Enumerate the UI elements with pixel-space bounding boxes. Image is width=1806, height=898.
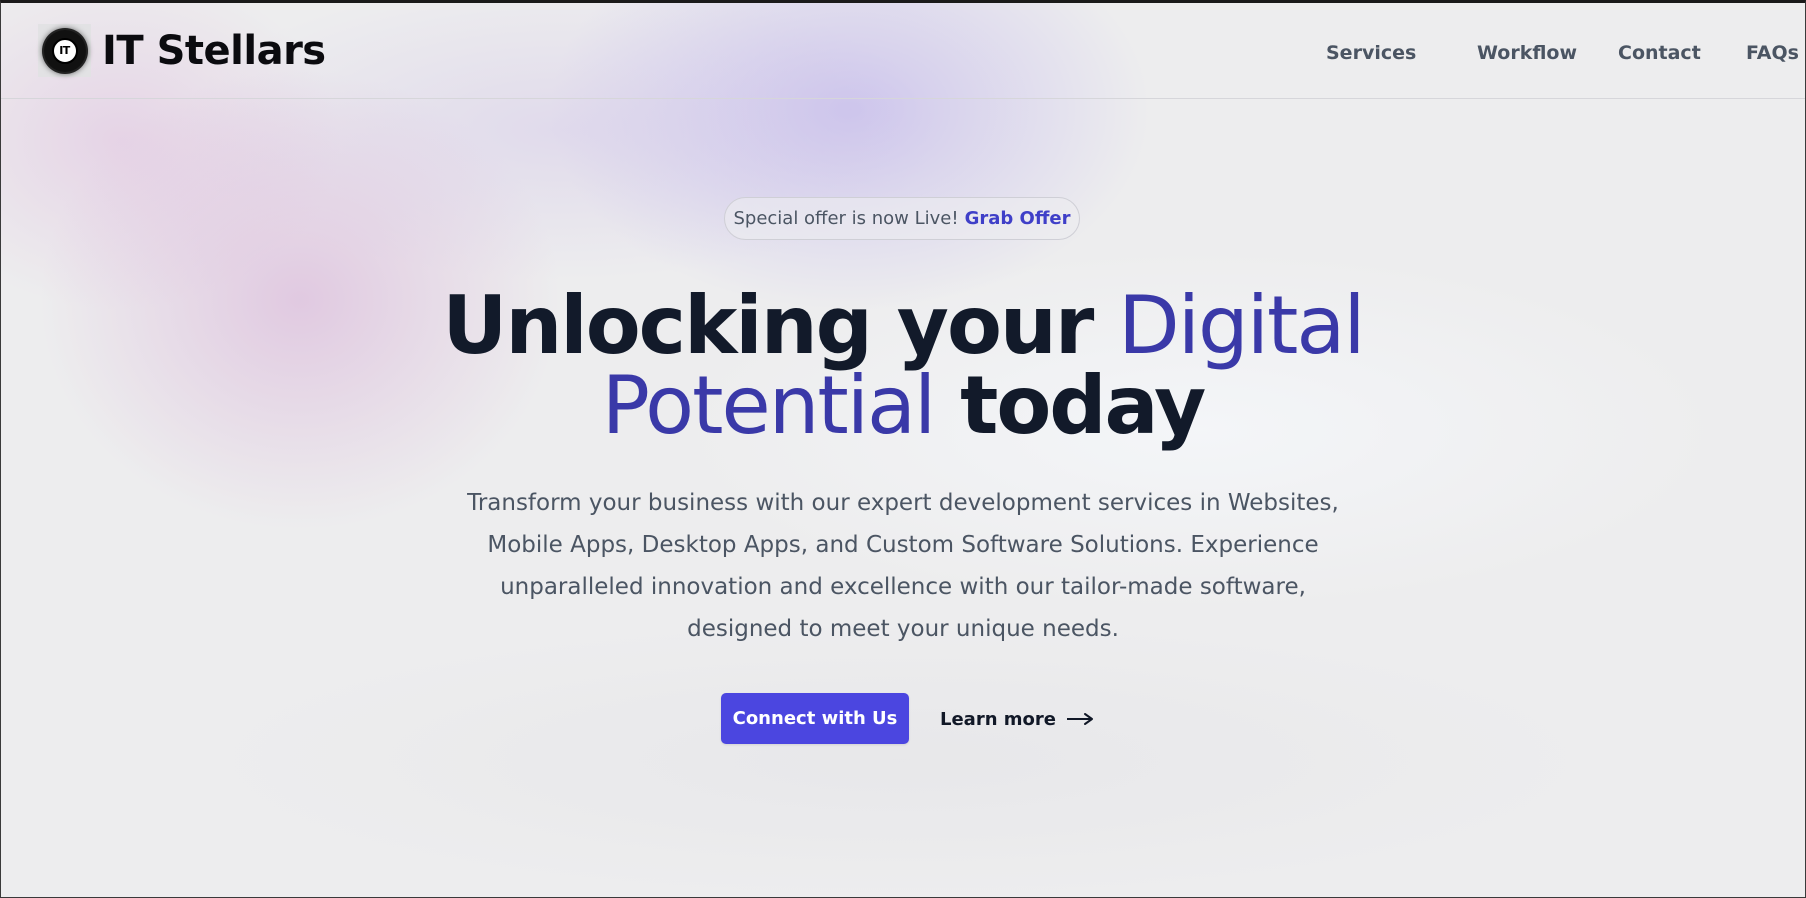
- logo[interactable]: IT: [38, 24, 91, 77]
- nav-link-contact[interactable]: Contact: [1618, 41, 1701, 65]
- learn-more-link[interactable]: Learn more: [940, 705, 1094, 733]
- offer-text: Special offer is now Live!: [733, 208, 959, 229]
- hero-headline: Unlocking your Digital Potential today: [300, 286, 1506, 446]
- grab-offer-link[interactable]: Grab Offer: [965, 208, 1071, 229]
- logo-emblem-icon: IT: [43, 29, 86, 72]
- hero-subtitle: Transform your business with our expert …: [467, 490, 1339, 642]
- nav-link-workflow[interactable]: Workflow: [1477, 41, 1577, 65]
- hero-section: Special offer is now Live! Grab Offer Un…: [0, 0, 1806, 898]
- offer-badge: Special offer is now Live! Grab Offer: [724, 197, 1080, 240]
- connect-with-us-button[interactable]: Connect with Us: [721, 693, 909, 744]
- brand-name[interactable]: IT Stellars: [102, 27, 326, 75]
- learn-more-label: Learn more: [940, 708, 1056, 730]
- logo-text: IT: [51, 37, 78, 64]
- top-navbar: IT IT Stellars Services Workflow Contact…: [0, 3, 1806, 99]
- nav-link-services[interactable]: Services: [1326, 41, 1416, 65]
- nav-link-faqs[interactable]: FAQs: [1746, 41, 1799, 65]
- headline-part-2: today: [934, 359, 1206, 452]
- arrow-right-icon: [1067, 713, 1093, 725]
- headline-accent-2: Potential: [601, 359, 936, 452]
